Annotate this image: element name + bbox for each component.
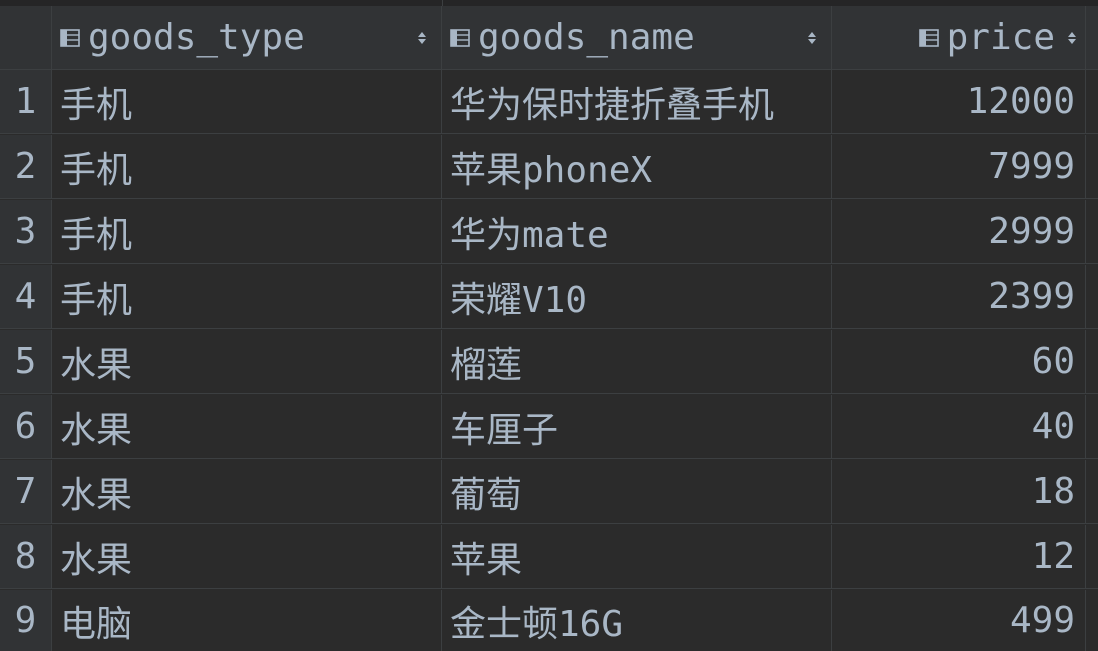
row-filler [1086,70,1098,133]
column-icon [450,28,470,47]
sort-toggle-icon[interactable] [1067,28,1077,48]
column-header-goods-name[interactable]: goods_name [442,6,832,70]
table-row[interactable]: 2 手机 苹果phoneX 7999 [0,135,1098,199]
cell-price[interactable]: 18 [832,460,1086,523]
row-number: 5 [0,330,52,393]
cell-goods-type[interactable]: 水果 [52,525,442,588]
row-number: 1 [0,70,52,133]
cell-goods-type[interactable]: 手机 [52,265,442,328]
cell-price[interactable]: 7999 [832,135,1086,198]
table-row[interactable]: 8 水果 苹果 12 [0,525,1098,589]
cell-goods-name[interactable]: 金士顿16G [442,590,832,651]
cell-goods-name[interactable]: 苹果phoneX [442,135,832,198]
cell-goods-name[interactable]: 车厘子 [442,395,832,458]
cell-goods-type[interactable]: 手机 [52,200,442,263]
row-number: 9 [0,590,52,651]
table-row[interactable]: 1 手机 华为保时捷折叠手机 12000 [0,70,1098,134]
cell-goods-type[interactable]: 手机 [52,135,442,198]
row-filler [1086,265,1098,328]
row-filler [1086,525,1098,588]
cell-goods-name[interactable]: 华为保时捷折叠手机 [442,70,832,133]
cell-goods-type[interactable]: 电脑 [52,590,442,651]
table-row[interactable]: 5 水果 榴莲 60 [0,330,1098,394]
column-icon [60,28,80,47]
column-icon [918,28,939,47]
cell-goods-name[interactable]: 苹果 [442,525,832,588]
row-filler [1086,135,1098,198]
column-label: goods_type [88,17,305,58]
row-number: 3 [0,200,52,263]
column-header-goods-type[interactable]: goods_type [52,6,442,70]
cell-goods-type[interactable]: 水果 [52,330,442,393]
row-filler [1086,395,1098,458]
cell-goods-name[interactable]: 华为mate [442,200,832,263]
row-filler [1086,590,1098,651]
row-number: 8 [0,525,52,588]
header-filler [1086,6,1098,70]
cell-price[interactable]: 2999 [832,200,1086,263]
cell-price[interactable]: 60 [832,330,1086,393]
table-row[interactable]: 7 水果 葡萄 18 [0,460,1098,524]
table-row[interactable]: 6 水果 车厘子 40 [0,395,1098,459]
cell-price[interactable]: 499 [832,590,1086,651]
cell-goods-name[interactable]: 荣耀V10 [442,265,832,328]
row-number: 6 [0,395,52,458]
cell-price[interactable]: 2399 [832,265,1086,328]
row-filler [1086,330,1098,393]
column-label: goods_name [478,17,695,58]
sort-toggle-icon[interactable] [807,28,817,48]
row-number: 2 [0,135,52,198]
cell-goods-name[interactable]: 葡萄 [442,460,832,523]
sort-toggle-icon[interactable] [417,28,427,48]
cell-price[interactable]: 40 [832,395,1086,458]
table-row[interactable]: 9 电脑 金士顿16G 499 [0,590,1098,651]
cell-goods-name[interactable]: 榴莲 [442,330,832,393]
cell-price[interactable]: 12 [832,525,1086,588]
cell-price[interactable]: 12000 [832,70,1086,133]
row-number: 7 [0,460,52,523]
row-filler [1086,460,1098,523]
header-corner[interactable] [0,6,52,70]
table-row[interactable]: 4 手机 荣耀V10 2399 [0,265,1098,329]
row-number: 4 [0,265,52,328]
cell-goods-type[interactable]: 手机 [52,70,442,133]
table-header: goods_type goods_name price [0,6,1098,70]
column-label: price [946,17,1055,58]
cell-goods-type[interactable]: 水果 [52,460,442,523]
result-grid: goods_type goods_name price 1 手机 华为保时捷折叠… [0,0,1098,651]
row-filler [1086,200,1098,263]
cell-goods-type[interactable]: 水果 [52,395,442,458]
table-row[interactable]: 3 手机 华为mate 2999 [0,200,1098,264]
column-header-price[interactable]: price [832,6,1086,70]
